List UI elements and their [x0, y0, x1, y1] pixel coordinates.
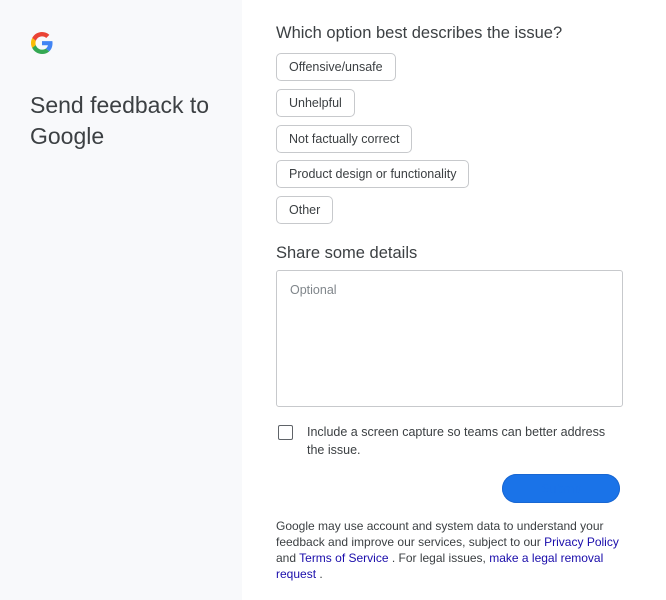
- details-textarea[interactable]: [276, 270, 623, 407]
- privacy-policy-link[interactable]: Privacy Policy: [544, 535, 619, 549]
- footer-text-3: . For legal issues,: [388, 551, 490, 565]
- footer-text-4: .: [316, 567, 323, 581]
- google-logo-icon: [31, 32, 53, 54]
- legal-footer: Google may use account and system data t…: [276, 518, 621, 582]
- page-title: Send feedback to Google: [30, 92, 210, 149]
- screen-capture-checkbox[interactable]: [278, 425, 293, 440]
- option-product-design-button[interactable]: Product design or functionality: [276, 160, 470, 188]
- details-heading: Share some details: [276, 244, 418, 262]
- option-other-button[interactable]: Other: [276, 196, 334, 224]
- option-unhelpful-button[interactable]: Unhelpful: [276, 89, 355, 117]
- sidebar-panel: Send feedback to Google: [0, 0, 242, 600]
- submit-button[interactable]: Submit: [502, 474, 620, 503]
- issue-question-heading: Which option best describes the issue?: [276, 24, 563, 42]
- option-not-factually-correct-button[interactable]: Not factually correct: [276, 125, 413, 153]
- terms-of-service-link[interactable]: Terms of Service: [299, 551, 388, 565]
- footer-text-2: and: [276, 551, 300, 565]
- option-offensive-unsafe-button[interactable]: Offensive/unsafe: [276, 53, 396, 81]
- screen-capture-label: Include a screen capture so teams can be…: [307, 425, 606, 457]
